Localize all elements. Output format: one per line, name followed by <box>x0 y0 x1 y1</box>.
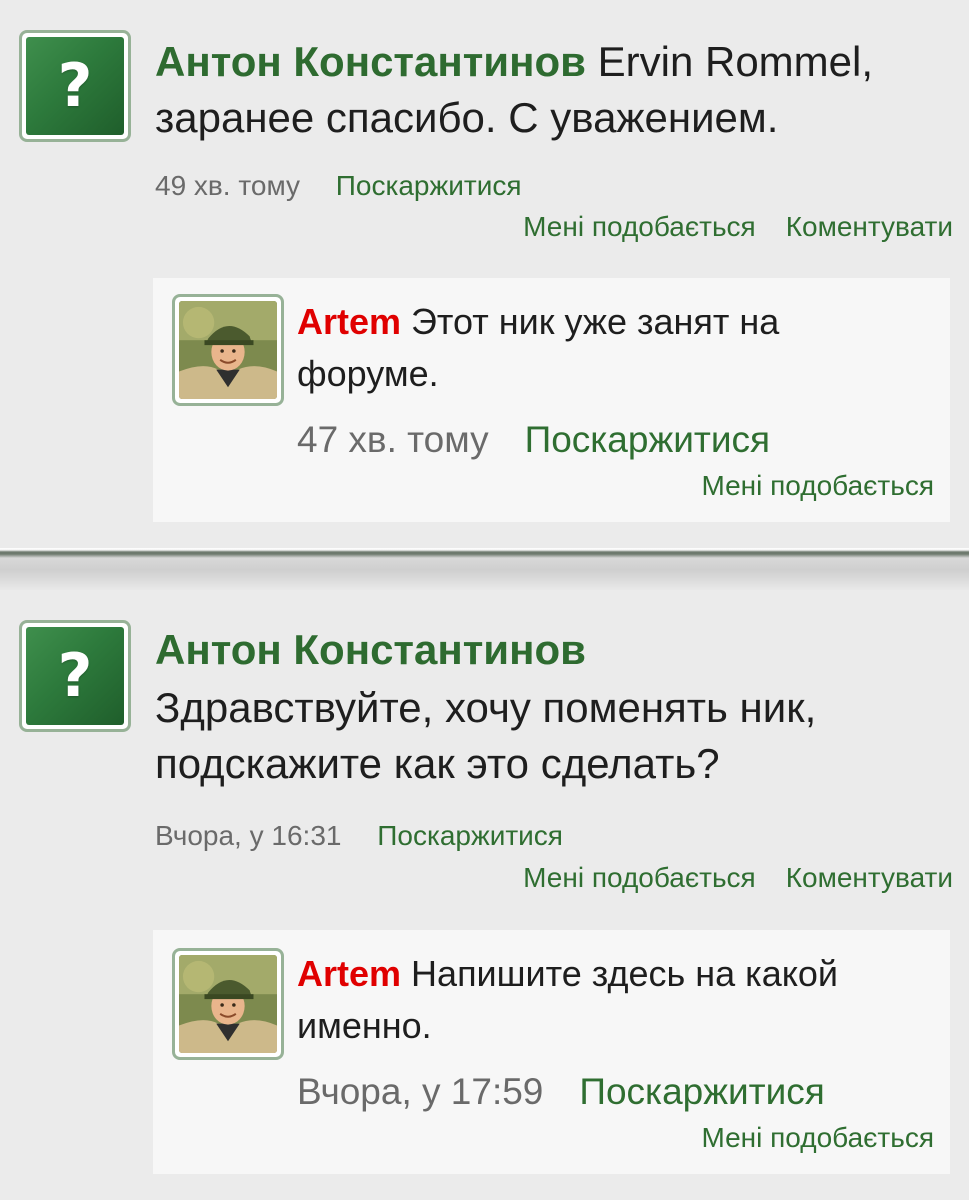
reply-avatar[interactable] <box>172 948 284 1060</box>
user-avatar[interactable]: ? <box>19 30 131 142</box>
like-link[interactable]: Мені подобається <box>523 211 756 242</box>
comment-timestamp: Вчора, у 16:31 <box>155 820 342 851</box>
comment-meta: 49 хв. тому Поскаржитися <box>155 168 522 204</box>
report-link[interactable]: Поскаржитися <box>336 170 522 201</box>
comment-author[interactable]: Антон Константинов <box>155 622 955 678</box>
reply-author[interactable]: Artem <box>297 301 401 342</box>
reply-actions: Мені подобається <box>701 1120 934 1156</box>
reply-timestamp: 47 хв. тому <box>297 419 489 460</box>
reply-report-link[interactable]: Поскаржитися <box>579 1071 824 1112</box>
reply-like-link[interactable]: Мені подобається <box>701 1122 934 1153</box>
comment-body: Антон Константинов Ervin Rommel, заранее… <box>155 34 955 146</box>
reply-body: Artem Этот ник уже занят на форуме. <box>297 296 927 400</box>
comment-actions: Мені подобається Коментувати <box>523 209 953 245</box>
comment-link[interactable]: Коментувати <box>786 862 953 893</box>
like-link[interactable]: Мені подобається <box>523 862 756 893</box>
reply-meta: 47 хв. тому Поскаржитися <box>297 418 770 462</box>
reply-avatar[interactable] <box>172 294 284 406</box>
comment-separator <box>0 548 969 590</box>
reply-body: Artem Напишите здесь на какой именно. <box>297 948 927 1052</box>
question-mark-icon: ? <box>26 627 124 725</box>
user-photo-icon <box>179 301 277 399</box>
reply-timestamp: Вчора, у 17:59 <box>297 1071 544 1112</box>
reply-like-link[interactable]: Мені подобається <box>701 470 934 501</box>
question-mark-icon: ? <box>26 37 124 135</box>
comment-1: ? Антон Константинов Ervin Rommel, заран… <box>0 0 969 548</box>
comment-timestamp: 49 хв. тому <box>155 170 301 201</box>
comment-meta: Вчора, у 16:31 Поскаржитися <box>155 818 563 854</box>
comment-actions: Мені подобається Коментувати <box>523 860 953 896</box>
report-link[interactable]: Поскаржитися <box>377 820 563 851</box>
reply-report-link[interactable]: Поскаржитися <box>525 419 770 460</box>
comment-body: Антон Константинов Здравствуйте, хочу по… <box>155 622 955 792</box>
reply-meta: Вчора, у 17:59 Поскаржитися <box>297 1070 825 1114</box>
user-avatar[interactable]: ? <box>19 620 131 732</box>
comment-link[interactable]: Коментувати <box>786 211 953 242</box>
comment-2: ? Антон Константинов Здравствуйте, хочу … <box>0 590 969 1200</box>
comment-author[interactable]: Антон Константинов <box>155 38 586 85</box>
comment-text: Здравствуйте, хочу поменять ник, подскаж… <box>155 684 817 787</box>
reply-actions: Мені подобається <box>701 468 934 504</box>
reply-author[interactable]: Artem <box>297 953 401 994</box>
user-photo-icon <box>179 955 277 1053</box>
